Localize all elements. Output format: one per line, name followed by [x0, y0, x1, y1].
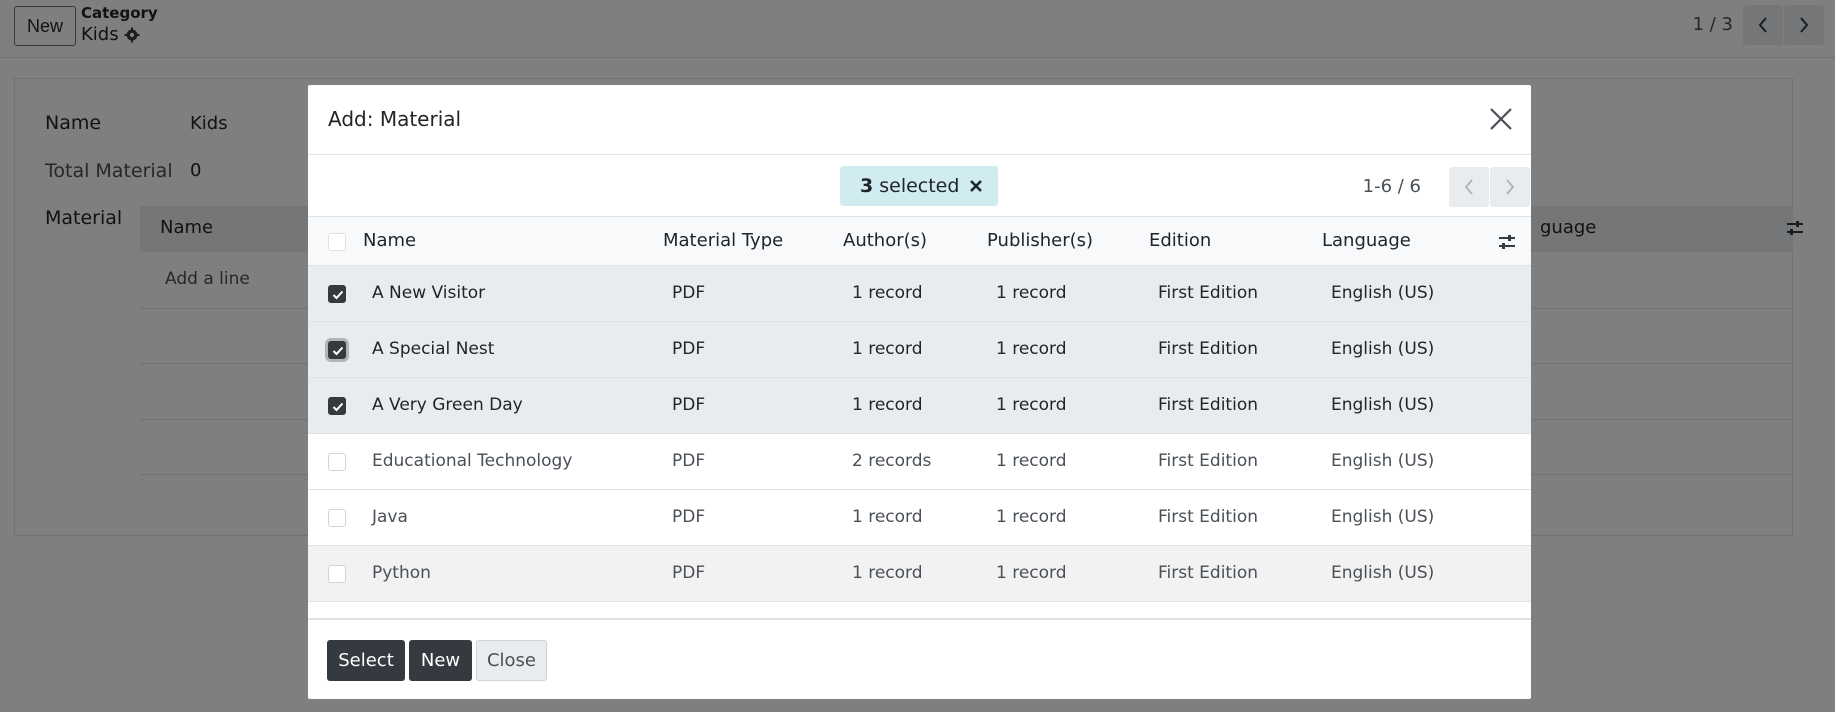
- clear-selection-icon[interactable]: [968, 177, 984, 193]
- cell-material-type: PDF: [672, 451, 706, 471]
- row-checkbox[interactable]: [328, 565, 346, 583]
- new-button[interactable]: New: [409, 640, 472, 681]
- select-all-checkbox[interactable]: [328, 233, 346, 251]
- column-header-language[interactable]: Language: [1322, 230, 1411, 251]
- cell-name: A New Visitor: [372, 283, 486, 303]
- cell-publishers: 1 record: [996, 451, 1067, 471]
- row-checkbox[interactable]: [328, 397, 346, 415]
- column-header-authors[interactable]: Author(s): [843, 230, 927, 251]
- cell-authors: 1 record: [852, 339, 923, 359]
- modal-header: Add: Material: [308, 85, 1531, 155]
- table-row[interactable]: Python PDF 1 record 1 record First Editi…: [308, 546, 1531, 602]
- modal-footer: Select New Close: [308, 619, 1531, 699]
- column-header-name[interactable]: Name: [363, 230, 416, 251]
- optional-columns-icon[interactable]: [1497, 232, 1517, 252]
- cell-authors: 2 records: [852, 451, 932, 471]
- cell-authors: 1 record: [852, 283, 923, 303]
- cell-name: A Very Green Day: [372, 395, 523, 415]
- column-header-material-type[interactable]: Material Type: [663, 230, 783, 251]
- row-checkbox[interactable]: [328, 285, 346, 303]
- cell-edition: First Edition: [1158, 395, 1258, 415]
- modal-title: Add: Material: [328, 107, 462, 131]
- cell-language: English (US): [1331, 283, 1435, 303]
- cell-language: English (US): [1331, 507, 1435, 527]
- cell-name: Python: [372, 563, 431, 583]
- cell-language: English (US): [1331, 563, 1435, 583]
- select-button[interactable]: Select: [327, 640, 405, 681]
- next-page-button[interactable]: [1490, 167, 1530, 207]
- cell-publishers: 1 record: [996, 283, 1067, 303]
- cell-language: English (US): [1331, 451, 1435, 471]
- cell-authors: 1 record: [852, 395, 923, 415]
- row-checkbox[interactable]: [328, 453, 346, 471]
- cell-language: English (US): [1331, 339, 1435, 359]
- cell-authors: 1 record: [852, 507, 923, 527]
- dialog-control-panel: 3 selected 1-6 / 6: [308, 156, 1531, 216]
- add-material-dialog: Add: Material 3 selected 1-6 / 6 Name Ma…: [308, 85, 1531, 699]
- selected-count: 3: [860, 175, 874, 197]
- cell-edition: First Edition: [1158, 563, 1258, 583]
- column-header-publishers[interactable]: Publisher(s): [987, 230, 1093, 251]
- cell-edition: First Edition: [1158, 283, 1258, 303]
- cell-publishers: 1 record: [996, 563, 1067, 583]
- cell-publishers: 1 record: [996, 395, 1067, 415]
- table-row[interactable]: A Very Green Day PDF 1 record 1 record F…: [308, 378, 1531, 434]
- material-list: Name Material Type Author(s) Publisher(s…: [308, 216, 1531, 619]
- cell-name: Java: [372, 507, 408, 527]
- cell-material-type: PDF: [672, 507, 706, 527]
- column-header-edition[interactable]: Edition: [1149, 230, 1211, 251]
- cell-material-type: PDF: [672, 395, 706, 415]
- cell-publishers: 1 record: [996, 339, 1067, 359]
- cell-edition: First Edition: [1158, 451, 1258, 471]
- table-row[interactable]: Educational Technology PDF 2 records 1 r…: [308, 434, 1531, 490]
- table-row[interactable]: A New Visitor PDF 1 record 1 record Firs…: [308, 266, 1531, 322]
- previous-page-button[interactable]: [1449, 167, 1489, 207]
- row-checkbox[interactable]: [328, 509, 346, 527]
- cell-publishers: 1 record: [996, 507, 1067, 527]
- list-header: Name Material Type Author(s) Publisher(s…: [308, 216, 1531, 266]
- table-row[interactable]: Java PDF 1 record 1 record First Edition…: [308, 490, 1531, 546]
- cell-name: A Special Nest: [372, 339, 495, 359]
- cell-material-type: PDF: [672, 563, 706, 583]
- close-button[interactable]: Close: [476, 640, 547, 681]
- cell-edition: First Edition: [1158, 339, 1258, 359]
- cell-edition: First Edition: [1158, 507, 1258, 527]
- selected-text: selected: [879, 175, 960, 197]
- selection-badge: 3 selected: [840, 166, 998, 206]
- cell-authors: 1 record: [852, 563, 923, 583]
- close-icon[interactable]: [1487, 105, 1515, 133]
- dialog-pager-value: 1-6 / 6: [1362, 176, 1421, 197]
- cell-language: English (US): [1331, 395, 1435, 415]
- row-checkbox[interactable]: [328, 341, 346, 359]
- cell-material-type: PDF: [672, 283, 706, 303]
- table-row[interactable]: A Special Nest PDF 1 record 1 record Fir…: [308, 322, 1531, 378]
- cell-material-type: PDF: [672, 339, 706, 359]
- cell-name: Educational Technology: [372, 451, 573, 471]
